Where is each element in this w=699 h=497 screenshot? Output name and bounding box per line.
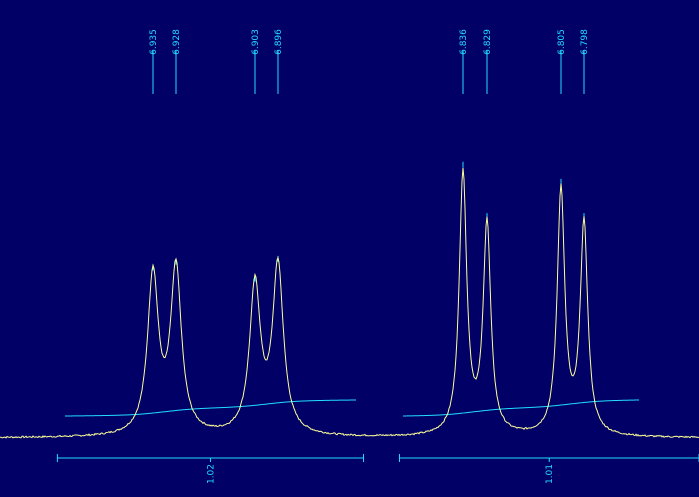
peak-label: 6.896 xyxy=(274,29,284,55)
peak-label: 6.836 xyxy=(459,29,469,55)
integral-curves xyxy=(65,399,640,417)
integral-curve xyxy=(402,399,640,417)
integral-curve xyxy=(65,399,357,417)
nmr-spectrum-chart: 6.935 6.928 6.903 6.896 6.836 6.829 6.805 6.798… xyxy=(0,0,699,497)
integral-value-label: 1.02 xyxy=(206,464,216,484)
peak-label: 6.805 xyxy=(557,29,567,55)
peak-label: 6.903 xyxy=(251,29,261,55)
peak-label: 6.935 xyxy=(149,29,159,55)
peak-label: 6.829 xyxy=(483,29,493,55)
peak-label: 6.798 xyxy=(580,29,590,55)
peak-label: 6.928 xyxy=(172,29,182,55)
integral-value-label: 1.01 xyxy=(545,464,555,484)
peak-labels: 6.935 6.928 6.903 6.896 6.836 6.829 6.805 6.798 xyxy=(149,29,590,282)
spectrum-trace xyxy=(0,167,699,439)
integral-brackets: 1.02 1.01 xyxy=(56,454,699,484)
